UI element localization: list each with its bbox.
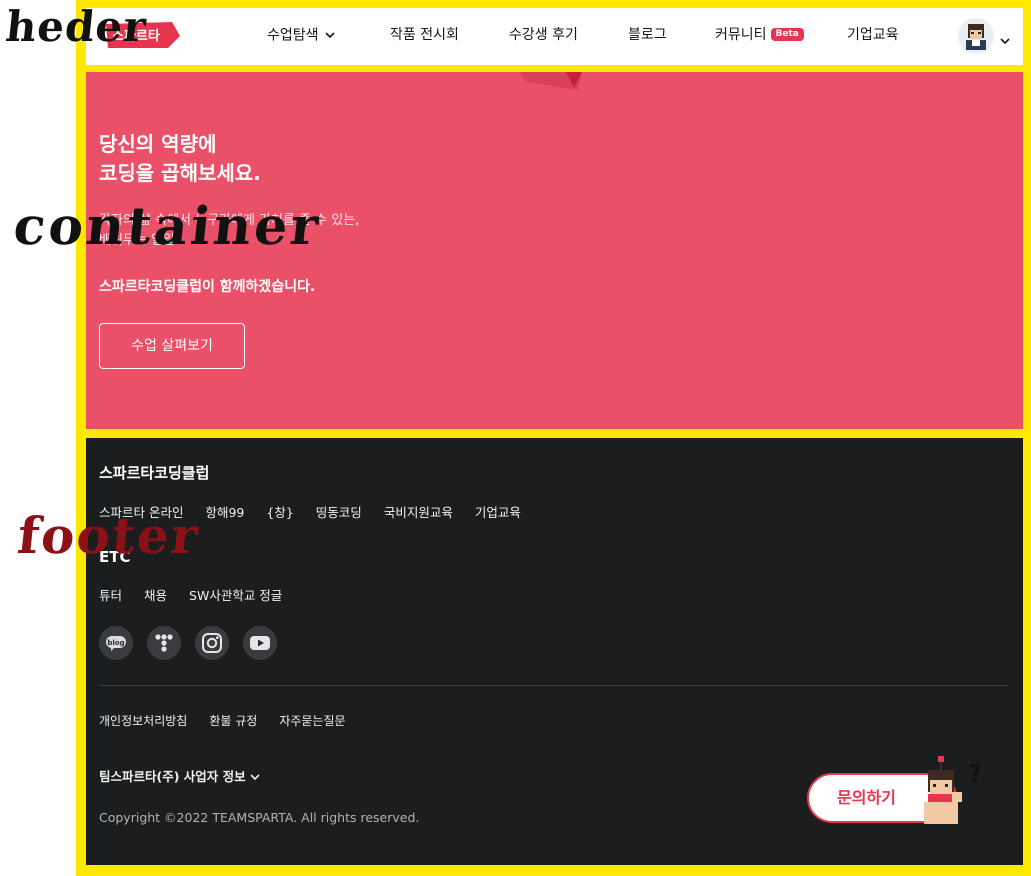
footer-brand: 스파르타코딩클럽 [99,464,210,482]
hero-subtitle: 스파르타코딩클럽이 함께하겠습니다. [99,279,316,295]
nav-label: 수강생 후기 [509,27,578,43]
footer-link[interactable]: 띵동코딩 [316,505,362,520]
nav-label: 기업교육 [847,27,899,43]
company-info-toggle[interactable]: 팀스파르타(주) 사업자 정보 [99,766,260,785]
nav-label: 블로그 [628,27,667,43]
footer-link[interactable]: 항해99 [205,505,244,520]
annotation-header-label: heder [3,2,150,51]
nav-community[interactable]: 커뮤니티 Beta [715,8,804,65]
footer-divider [99,685,1008,686]
annotation-footer-label: footer [14,506,203,565]
chevron-down-icon [250,769,260,784]
footer-link[interactable]: 튜터 [99,588,122,603]
nav-course-explore[interactable]: 수업탐색 [267,8,335,65]
avatar[interactable] [958,18,994,54]
nav-label: 커뮤니티 [715,27,767,43]
annotation-container-label: container [10,196,325,257]
site-header: 스파르타 수업탐색 작품 전시회 수강생 후기 블로그 커뮤니티 Beta 기업교… [86,8,1023,65]
svg-text:blog: blog [107,639,124,647]
chevron-down-icon [324,8,335,63]
nav-gallery[interactable]: 작품 전시회 [390,8,459,65]
footer-etc-links: 튜터 채용 SW사관학교 정글 [99,585,304,604]
nav-blog[interactable]: 블로그 [628,8,667,65]
instagram-icon[interactable] [195,626,229,660]
footer-link[interactable]: 채용 [144,588,167,603]
nav-label: 작품 전시회 [390,27,459,43]
privacy-policy-link[interactable]: 개인정보처리방침 [99,714,187,728]
hero-title: 당신의 역량에 코딩을 곱해보세요. [99,132,261,185]
hero-decoration [516,72,586,90]
beta-badge: Beta [770,27,804,41]
nav-label: 수업탐색 [267,27,319,44]
footer-link[interactable]: {창} [266,505,293,520]
nav-enterprise[interactable]: 기업교육 [847,8,899,65]
footer-policies: 개인정보처리방침 환불 규정 자주묻는질문 [99,712,368,729]
svg-text:?: ? [968,760,982,788]
tistory-icon[interactable] [147,626,181,660]
footer-link[interactable]: 기업교육 [475,505,521,520]
footer-link[interactable]: 국비지원교육 [384,505,453,520]
youtube-icon[interactable] [243,626,277,660]
footer-link[interactable]: SW사관학교 정글 [189,588,282,603]
refund-policy-link[interactable]: 환불 규정 [209,714,257,728]
chevron-down-icon[interactable] [1000,30,1010,49]
blog-icon[interactable]: blog [99,626,133,660]
mascot-icon: ? [918,754,990,828]
nav-reviews[interactable]: 수강생 후기 [509,8,578,65]
copyright: Copyright ©2022 TEAMSPARTA. All rights r… [99,810,420,825]
browse-courses-button[interactable]: 수업 살펴보기 [99,323,245,369]
faq-link[interactable]: 자주묻는질문 [279,714,345,728]
